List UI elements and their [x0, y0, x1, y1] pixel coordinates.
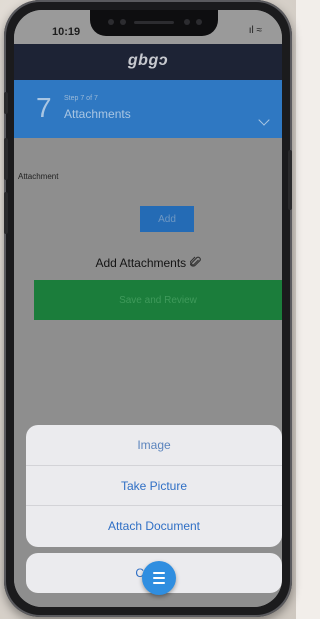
phone-frame: 10:19 ıl ≈ gbgɔ 7 Step 7 of 7 Attachment… — [4, 0, 292, 617]
sensor-dot — [184, 19, 190, 25]
status-icons: ıl ≈ — [249, 25, 262, 36]
notch — [90, 10, 218, 36]
step-number: 7 — [36, 92, 52, 123]
add-attachments-link[interactable]: Add Attachments — [14, 256, 282, 270]
action-take-picture[interactable]: Take Picture — [26, 465, 282, 505]
chevron-down-icon[interactable] — [258, 114, 270, 126]
menu-fab-button[interactable] — [142, 561, 176, 595]
attachment-label: Attachment — [18, 172, 59, 181]
menu-icon — [153, 572, 165, 584]
volume-up-button — [4, 138, 8, 180]
action-attach-document[interactable]: Attach Document — [26, 505, 282, 545]
status-time: 10:19 — [52, 26, 81, 38]
app-header: gbgɔ — [14, 44, 282, 80]
status-bar: 10:19 ıl ≈ — [14, 10, 282, 44]
camera-dot — [196, 19, 202, 25]
action-sheet: Image Take Picture Attach Document — [26, 425, 282, 547]
step-title: Attachments — [64, 107, 131, 121]
paperclip-icon — [189, 256, 201, 267]
step-header[interactable]: 7 Step 7 of 7 Attachments — [14, 80, 282, 138]
step-subtitle: Step 7 of 7 — [64, 95, 98, 102]
power-button — [288, 150, 292, 210]
camera-dot — [108, 19, 114, 25]
sensor-dot — [120, 19, 126, 25]
speaker-grille — [134, 21, 174, 24]
add-attachments-text: Add Attachments — [95, 256, 187, 270]
volume-down-button — [4, 192, 8, 234]
add-button[interactable]: Add — [140, 206, 194, 232]
wifi-icon: ≈ — [256, 25, 263, 36]
phone-screen: 10:19 ıl ≈ gbgɔ 7 Step 7 of 7 Attachment… — [14, 10, 282, 607]
action-image[interactable]: Image — [26, 425, 282, 465]
save-and-review-button[interactable]: Save and Review — [34, 280, 282, 320]
signal-icon: ıl — [248, 25, 254, 36]
mute-switch — [4, 92, 8, 114]
app-logo: gbgɔ — [127, 52, 169, 69]
